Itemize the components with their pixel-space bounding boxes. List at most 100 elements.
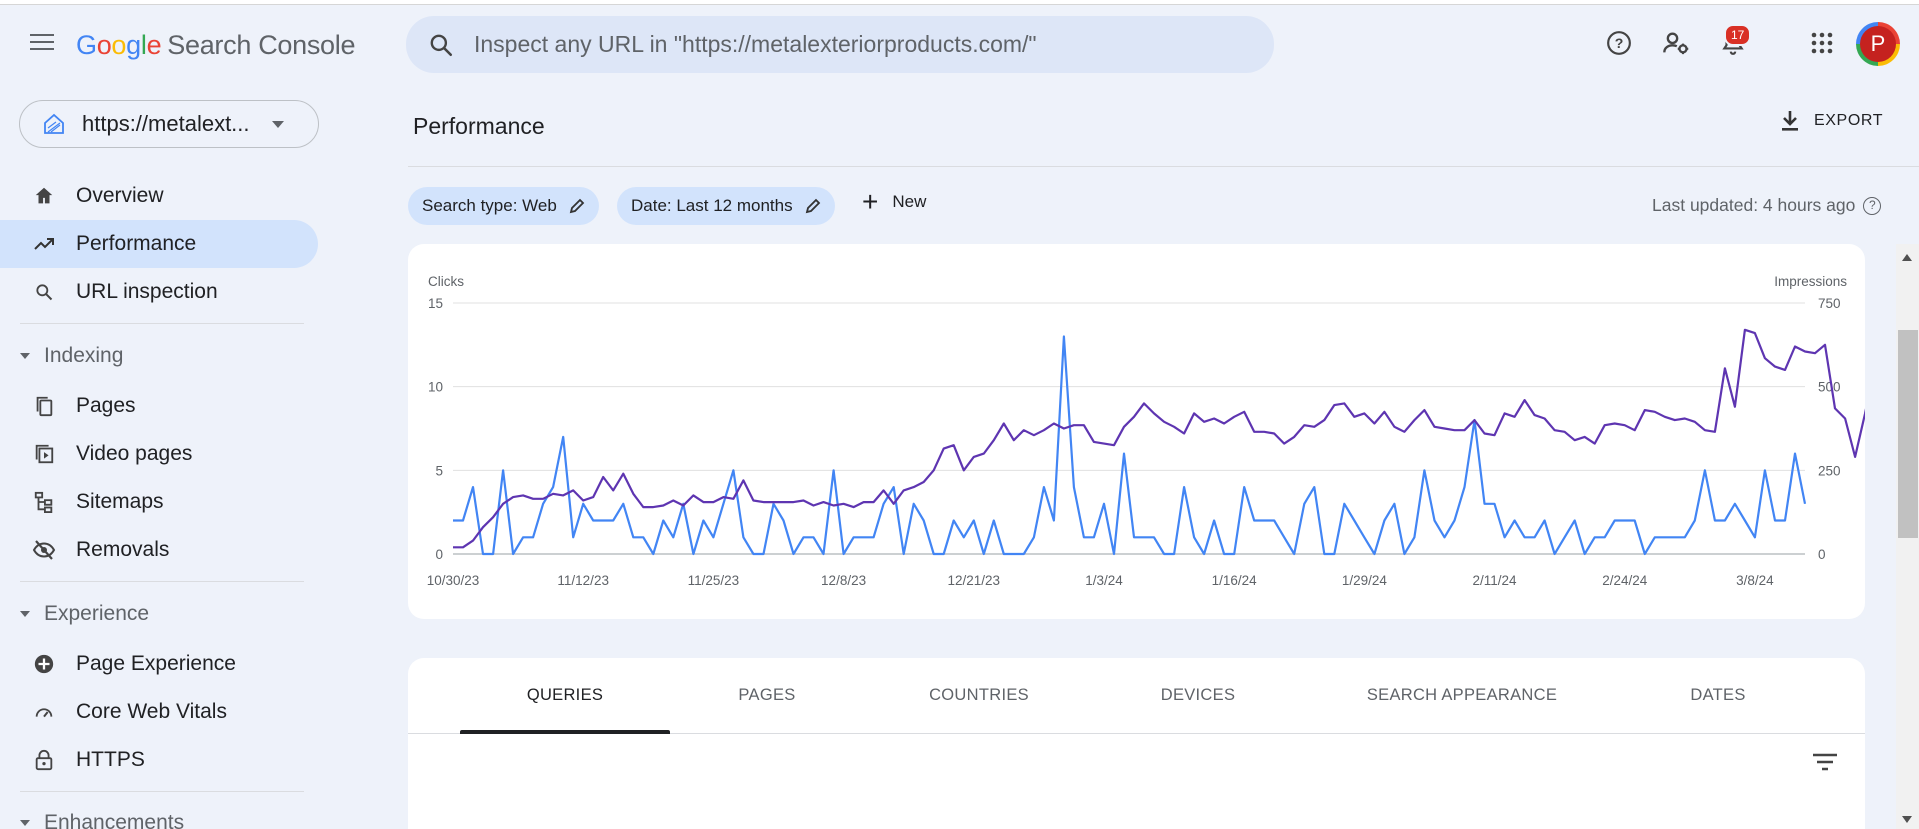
sidebar-divider — [20, 323, 304, 324]
scrollbar[interactable] — [1896, 244, 1919, 829]
sidebar-item-core-web-vitals[interactable]: Core Web Vitals — [0, 688, 318, 736]
scroll-up-arrow[interactable] — [1902, 254, 1912, 261]
avatar-initial: P — [1860, 26, 1896, 62]
sidebar-item-label: Sitemaps — [76, 490, 164, 513]
sidebar-item-label: Overview — [76, 184, 164, 207]
trending-up-icon — [32, 232, 56, 256]
tab-devices[interactable]: DEVICES — [1161, 686, 1236, 705]
search-icon — [32, 280, 56, 304]
sidebar-item-sitemaps[interactable]: Sitemaps — [0, 478, 318, 526]
tab-countries[interactable]: COUNTRIES — [929, 686, 1029, 705]
chevron-down-icon — [271, 120, 284, 128]
section-title: Indexing — [44, 344, 124, 367]
last-updated: Last updated: 4 hours ago ? — [1652, 195, 1882, 216]
window-top-edge — [0, 0, 1919, 5]
user-settings-icon[interactable] — [1661, 28, 1691, 58]
sidebar-item-video-pages[interactable]: Video pages — [0, 430, 318, 478]
left-tick-label: 10 — [428, 380, 443, 395]
scrollbar-thumb[interactable] — [1898, 330, 1918, 538]
sidebar-item-label: Performance — [76, 232, 197, 255]
sidebar-item-label: Pages — [76, 394, 136, 417]
avatar[interactable]: P — [1856, 22, 1900, 66]
tab-pages[interactable]: PAGES — [738, 686, 795, 705]
svg-text:?: ? — [1615, 35, 1624, 51]
x-tick-label: 10/30/23 — [427, 573, 480, 588]
section-indexing[interactable]: Indexing — [20, 341, 123, 371]
left-tick-label: 15 — [428, 296, 443, 311]
page-title: Performance — [413, 113, 545, 139]
report-table-card: QUERIES PAGES COUNTRIES DEVICES SEARCH A… — [408, 658, 1865, 829]
tab-dates[interactable]: DATES — [1690, 686, 1745, 705]
app-name: Search Console — [167, 30, 356, 60]
tab-queries[interactable]: QUERIES — [527, 686, 603, 705]
sidebar-item-overview[interactable]: Overview — [0, 172, 318, 220]
notification-badge: 17 — [1724, 24, 1752, 46]
chip-label: Date: Last 12 months — [631, 196, 793, 215]
scroll-down-arrow[interactable] — [1902, 816, 1912, 823]
section-experience[interactable]: Experience — [20, 599, 149, 629]
filter-chip-date[interactable]: Date: Last 12 months — [617, 187, 835, 225]
sidebar-item-pages[interactable]: Pages — [0, 382, 318, 430]
help-icon[interactable]: ? — [1604, 28, 1634, 58]
x-tick-label: 1/16/24 — [1212, 573, 1258, 588]
sidebar-item-label: Core Web Vitals — [76, 700, 227, 723]
right-tick-label: 0 — [1818, 547, 1826, 562]
sidebar-item-removals[interactable]: Removals — [0, 526, 318, 574]
x-tick-label: 12/21/23 — [947, 573, 1000, 588]
right-tick-label: 750 — [1818, 296, 1841, 311]
property-selector[interactable]: https://metalext... — [19, 100, 319, 148]
right-axis-title: Impressions — [1774, 274, 1847, 289]
x-tick-label: 2/11/24 — [1473, 573, 1518, 588]
sidebar-item-url-inspection[interactable]: URL inspection — [0, 268, 318, 316]
sidebar-item-label: Page Experience — [76, 652, 236, 675]
sitemap-icon — [32, 490, 56, 514]
video-pages-icon — [32, 442, 56, 466]
search-console-logo[interactable]: Google Search Console — [76, 30, 356, 61]
sidebar-item-label: Video pages — [76, 442, 193, 465]
export-button[interactable]: EXPORT — [1780, 110, 1883, 132]
menu-icon[interactable] — [30, 34, 54, 52]
page-experience-icon — [32, 652, 56, 676]
x-tick-label: 11/25/23 — [688, 573, 740, 588]
sidebar-item-performance[interactable]: Performance — [0, 220, 318, 268]
edit-icon — [569, 198, 585, 214]
collapse-icon — [20, 353, 30, 359]
right-tick-label: 250 — [1818, 463, 1841, 478]
active-tab-indicator — [460, 730, 670, 734]
left-tick-label: 0 — [435, 547, 443, 562]
search-placeholder: Inspect any URL in "https://metalexterio… — [474, 31, 1037, 57]
help-icon[interactable]: ? — [1863, 196, 1882, 215]
sidebar-divider — [20, 581, 304, 582]
pages-icon — [32, 394, 56, 418]
apps-grid-icon[interactable] — [1807, 28, 1837, 58]
tab-search-appearance[interactable]: SEARCH APPEARANCE — [1367, 686, 1557, 705]
url-inspect-search-bar[interactable]: Inspect any URL in "https://metalexterio… — [406, 16, 1274, 73]
section-enhancements[interactable]: Enhancements — [20, 808, 184, 829]
search-icon — [430, 34, 453, 56]
gauge-icon — [32, 700, 56, 724]
x-tick-label: 11/12/23 — [557, 573, 609, 588]
filter-chip-search-type[interactable]: Search type: Web — [408, 187, 599, 225]
x-tick-label: 12/8/23 — [821, 573, 866, 588]
eye-off-icon — [32, 538, 56, 562]
property-url: https://metalext... — [82, 111, 250, 136]
filter-icon[interactable] — [1812, 752, 1838, 772]
series-line-impressions — [453, 328, 1865, 549]
sidebar-item-https[interactable]: HTTPS — [0, 736, 318, 784]
home-icon — [32, 184, 56, 208]
x-tick-label: 1/3/24 — [1085, 573, 1123, 588]
collapse-icon — [20, 820, 30, 826]
chip-label: Search type: Web — [422, 196, 557, 215]
collapse-icon — [20, 611, 30, 617]
left-tick-label: 5 — [435, 463, 443, 478]
x-tick-label: 1/29/24 — [1342, 573, 1388, 588]
new-filter-button[interactable]: + New — [862, 188, 926, 216]
series-line-clicks — [453, 335, 1807, 556]
report-tabs: QUERIES PAGES COUNTRIES DEVICES SEARCH A… — [408, 658, 1865, 734]
performance-chart-card: Clicks Impressions 15 750 10 500 5 250 0 0 10/30/2… — [408, 244, 1865, 619]
last-updated-text: Last updated: 4 hours ago — [1652, 195, 1856, 215]
sidebar-item-page-experience[interactable]: Page Experience — [0, 640, 318, 688]
property-icon — [44, 113, 64, 134]
right-tick-label: 500 — [1818, 380, 1841, 395]
edit-icon — [805, 198, 820, 214]
